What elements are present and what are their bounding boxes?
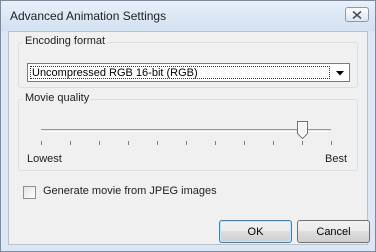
quality-tick-mark	[99, 141, 100, 145]
quality-tick-mark	[331, 141, 332, 145]
encoding-format-select[interactable]: Uncompressed RGB 16-bit (RGB)	[27, 63, 350, 82]
advanced-animation-settings-dialog: Advanced Animation Settings Encoding for…	[0, 0, 376, 252]
generate-from-jpeg-checkbox[interactable]	[23, 186, 36, 199]
cancel-button[interactable]: Cancel	[297, 220, 370, 243]
quality-tick-mark	[186, 141, 187, 145]
quality-slider-track[interactable]	[41, 129, 331, 132]
quality-tick-mark	[244, 141, 245, 145]
quality-tick-mark	[157, 141, 158, 145]
quality-tick-mark	[273, 141, 274, 145]
quality-tick-mark	[302, 141, 303, 145]
encoding-format-selected-value: Uncompressed RGB 16-bit (RGB)	[30, 66, 330, 79]
chevron-down-icon	[333, 67, 347, 79]
movie-quality-label: Movie quality	[23, 92, 92, 104]
quality-slider-thumb[interactable]	[297, 121, 308, 140]
ok-button[interactable]: OK	[219, 220, 292, 243]
dialog-title: Advanced Animation Settings	[10, 9, 167, 23]
quality-tick-mark	[41, 141, 42, 145]
quality-max-label: Best	[325, 153, 348, 165]
quality-tick-mark	[70, 141, 71, 145]
quality-min-label: Lowest	[27, 153, 62, 165]
close-icon	[352, 10, 362, 19]
generate-from-jpeg-label[interactable]: Generate movie from JPEG images	[43, 185, 217, 197]
encoding-format-label: Encoding format	[23, 35, 108, 47]
close-button[interactable]	[345, 7, 369, 22]
ok-button-label: OK	[247, 225, 264, 238]
title-bar[interactable]: Advanced Animation Settings	[1, 1, 375, 31]
dialog-body: Encoding format Uncompressed RGB 16-bit …	[8, 31, 370, 245]
quality-tick-mark	[215, 141, 216, 145]
quality-tick-mark	[128, 141, 129, 145]
cancel-button-label: Cancel	[316, 225, 351, 238]
